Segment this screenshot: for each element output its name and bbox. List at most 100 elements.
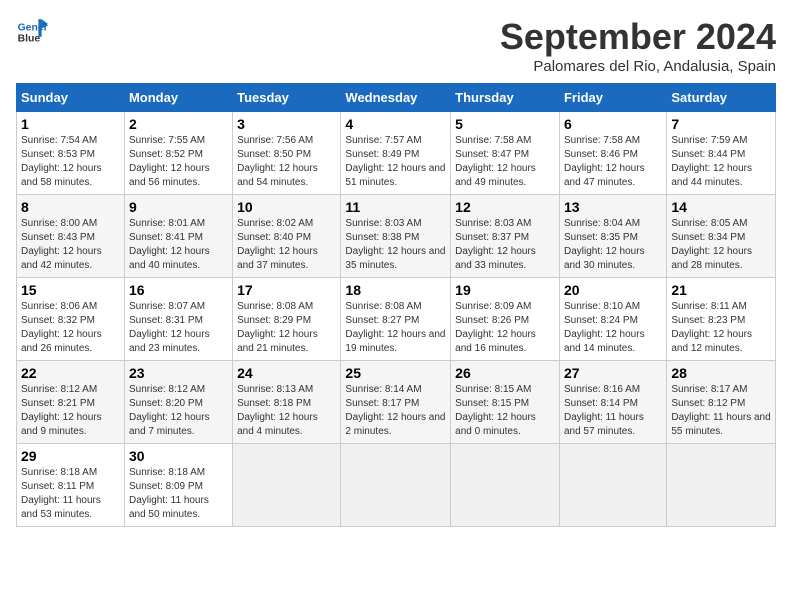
calendar-cell: 23 Sunrise: 8:12 AMSunset: 8:20 PMDaylig… xyxy=(124,361,232,444)
day-number: 20 xyxy=(564,282,662,298)
day-number: 9 xyxy=(129,199,228,215)
calendar-cell xyxy=(233,444,341,527)
day-of-week-header: Saturday xyxy=(667,84,776,112)
day-info: Sunrise: 8:05 AMSunset: 8:34 PMDaylight:… xyxy=(671,217,771,273)
day-number: 19 xyxy=(455,282,555,298)
calendar-week-row: 29 Sunrise: 8:18 AMSunset: 8:11 PMDaylig… xyxy=(17,444,776,527)
day-number: 11 xyxy=(345,199,446,215)
calendar-cell: 6 Sunrise: 7:58 AMSunset: 8:46 PMDayligh… xyxy=(559,112,666,195)
day-info: Sunrise: 8:17 AMSunset: 8:12 PMDaylight:… xyxy=(671,383,771,439)
calendar-cell: 29 Sunrise: 8:18 AMSunset: 8:11 PMDaylig… xyxy=(17,444,125,527)
calendar-cell xyxy=(667,444,776,527)
svg-text:Blue: Blue xyxy=(18,34,41,45)
day-info: Sunrise: 7:55 AMSunset: 8:52 PMDaylight:… xyxy=(129,134,228,190)
calendar-cell: 2 Sunrise: 7:55 AMSunset: 8:52 PMDayligh… xyxy=(124,112,232,195)
day-info: Sunrise: 8:02 AMSunset: 8:40 PMDaylight:… xyxy=(237,217,336,273)
calendar-cell: 3 Sunrise: 7:56 AMSunset: 8:50 PMDayligh… xyxy=(233,112,341,195)
day-info: Sunrise: 8:04 AMSunset: 8:35 PMDaylight:… xyxy=(564,217,662,273)
calendar-week-row: 22 Sunrise: 8:12 AMSunset: 8:21 PMDaylig… xyxy=(17,361,776,444)
calendar-cell: 24 Sunrise: 8:13 AMSunset: 8:18 PMDaylig… xyxy=(233,361,341,444)
calendar-cell: 9 Sunrise: 8:01 AMSunset: 8:41 PMDayligh… xyxy=(124,195,232,278)
day-info: Sunrise: 8:08 AMSunset: 8:29 PMDaylight:… xyxy=(237,300,336,356)
day-info: Sunrise: 8:03 AMSunset: 8:37 PMDaylight:… xyxy=(455,217,555,273)
calendar-cell: 30 Sunrise: 8:18 AMSunset: 8:09 PMDaylig… xyxy=(124,444,232,527)
calendar-cell: 21 Sunrise: 8:11 AMSunset: 8:23 PMDaylig… xyxy=(667,278,776,361)
day-info: Sunrise: 7:58 AMSunset: 8:46 PMDaylight:… xyxy=(564,134,662,190)
day-number: 12 xyxy=(455,199,555,215)
day-number: 15 xyxy=(21,282,120,298)
day-info: Sunrise: 8:07 AMSunset: 8:31 PMDaylight:… xyxy=(129,300,228,356)
calendar-cell: 20 Sunrise: 8:10 AMSunset: 8:24 PMDaylig… xyxy=(559,278,666,361)
day-info: Sunrise: 7:58 AMSunset: 8:47 PMDaylight:… xyxy=(455,134,555,190)
day-number: 14 xyxy=(671,199,771,215)
day-of-week-header: Sunday xyxy=(17,84,125,112)
calendar-title: September 2024 xyxy=(500,16,776,58)
calendar-cell: 13 Sunrise: 8:04 AMSunset: 8:35 PMDaylig… xyxy=(559,195,666,278)
day-info: Sunrise: 8:09 AMSunset: 8:26 PMDaylight:… xyxy=(455,300,555,356)
day-of-week-header: Wednesday xyxy=(341,84,451,112)
day-info: Sunrise: 8:15 AMSunset: 8:15 PMDaylight:… xyxy=(455,383,555,439)
day-number: 28 xyxy=(671,365,771,381)
day-info: Sunrise: 8:00 AMSunset: 8:43 PMDaylight:… xyxy=(21,217,120,273)
calendar-cell xyxy=(451,444,560,527)
calendar-cell: 8 Sunrise: 8:00 AMSunset: 8:43 PMDayligh… xyxy=(17,195,125,278)
calendar-cell: 4 Sunrise: 7:57 AMSunset: 8:49 PMDayligh… xyxy=(341,112,451,195)
calendar-cell: 1 Sunrise: 7:54 AMSunset: 8:53 PMDayligh… xyxy=(17,112,125,195)
day-info: Sunrise: 8:16 AMSunset: 8:14 PMDaylight:… xyxy=(564,383,662,439)
day-info: Sunrise: 7:57 AMSunset: 8:49 PMDaylight:… xyxy=(345,134,446,190)
day-info: Sunrise: 8:06 AMSunset: 8:32 PMDaylight:… xyxy=(21,300,120,356)
day-number: 16 xyxy=(129,282,228,298)
day-number: 13 xyxy=(564,199,662,215)
title-block: September 2024 Palomares del Rio, Andalu… xyxy=(500,16,776,75)
calendar-cell: 26 Sunrise: 8:15 AMSunset: 8:15 PMDaylig… xyxy=(451,361,560,444)
calendar-subtitle: Palomares del Rio, Andalusia, Spain xyxy=(500,58,776,75)
day-info: Sunrise: 8:14 AMSunset: 8:17 PMDaylight:… xyxy=(345,383,446,439)
calendar-header-row: SundayMondayTuesdayWednesdayThursdayFrid… xyxy=(17,84,776,112)
calendar-cell: 28 Sunrise: 8:17 AMSunset: 8:12 PMDaylig… xyxy=(667,361,776,444)
calendar-table: SundayMondayTuesdayWednesdayThursdayFrid… xyxy=(16,83,776,527)
day-of-week-header: Tuesday xyxy=(233,84,341,112)
logo-icon: General Blue xyxy=(16,16,48,48)
day-of-week-header: Friday xyxy=(559,84,666,112)
day-number: 8 xyxy=(21,199,120,215)
day-number: 29 xyxy=(21,448,120,464)
calendar-cell: 12 Sunrise: 8:03 AMSunset: 8:37 PMDaylig… xyxy=(451,195,560,278)
day-number: 4 xyxy=(345,116,446,132)
day-info: Sunrise: 7:54 AMSunset: 8:53 PMDaylight:… xyxy=(21,134,120,190)
calendar-cell: 15 Sunrise: 8:06 AMSunset: 8:32 PMDaylig… xyxy=(17,278,125,361)
day-info: Sunrise: 8:18 AMSunset: 8:09 PMDaylight:… xyxy=(129,466,228,522)
day-number: 24 xyxy=(237,365,336,381)
day-of-week-header: Thursday xyxy=(451,84,560,112)
day-number: 5 xyxy=(455,116,555,132)
day-number: 7 xyxy=(671,116,771,132)
calendar-cell xyxy=(559,444,666,527)
day-number: 18 xyxy=(345,282,446,298)
calendar-week-row: 15 Sunrise: 8:06 AMSunset: 8:32 PMDaylig… xyxy=(17,278,776,361)
calendar-cell: 17 Sunrise: 8:08 AMSunset: 8:29 PMDaylig… xyxy=(233,278,341,361)
day-info: Sunrise: 7:56 AMSunset: 8:50 PMDaylight:… xyxy=(237,134,336,190)
day-number: 10 xyxy=(237,199,336,215)
day-info: Sunrise: 8:03 AMSunset: 8:38 PMDaylight:… xyxy=(345,217,446,273)
day-number: 21 xyxy=(671,282,771,298)
calendar-cell: 5 Sunrise: 7:58 AMSunset: 8:47 PMDayligh… xyxy=(451,112,560,195)
calendar-week-row: 1 Sunrise: 7:54 AMSunset: 8:53 PMDayligh… xyxy=(17,112,776,195)
day-number: 27 xyxy=(564,365,662,381)
day-info: Sunrise: 8:01 AMSunset: 8:41 PMDaylight:… xyxy=(129,217,228,273)
day-number: 30 xyxy=(129,448,228,464)
calendar-cell: 27 Sunrise: 8:16 AMSunset: 8:14 PMDaylig… xyxy=(559,361,666,444)
calendar-cell: 14 Sunrise: 8:05 AMSunset: 8:34 PMDaylig… xyxy=(667,195,776,278)
calendar-cell: 7 Sunrise: 7:59 AMSunset: 8:44 PMDayligh… xyxy=(667,112,776,195)
day-number: 17 xyxy=(237,282,336,298)
calendar-cell xyxy=(341,444,451,527)
day-number: 22 xyxy=(21,365,120,381)
day-number: 6 xyxy=(564,116,662,132)
day-of-week-header: Monday xyxy=(124,84,232,112)
day-number: 3 xyxy=(237,116,336,132)
calendar-cell: 25 Sunrise: 8:14 AMSunset: 8:17 PMDaylig… xyxy=(341,361,451,444)
day-info: Sunrise: 7:59 AMSunset: 8:44 PMDaylight:… xyxy=(671,134,771,190)
calendar-cell: 22 Sunrise: 8:12 AMSunset: 8:21 PMDaylig… xyxy=(17,361,125,444)
calendar-cell: 19 Sunrise: 8:09 AMSunset: 8:26 PMDaylig… xyxy=(451,278,560,361)
day-info: Sunrise: 8:13 AMSunset: 8:18 PMDaylight:… xyxy=(237,383,336,439)
calendar-cell: 18 Sunrise: 8:08 AMSunset: 8:27 PMDaylig… xyxy=(341,278,451,361)
day-number: 2 xyxy=(129,116,228,132)
